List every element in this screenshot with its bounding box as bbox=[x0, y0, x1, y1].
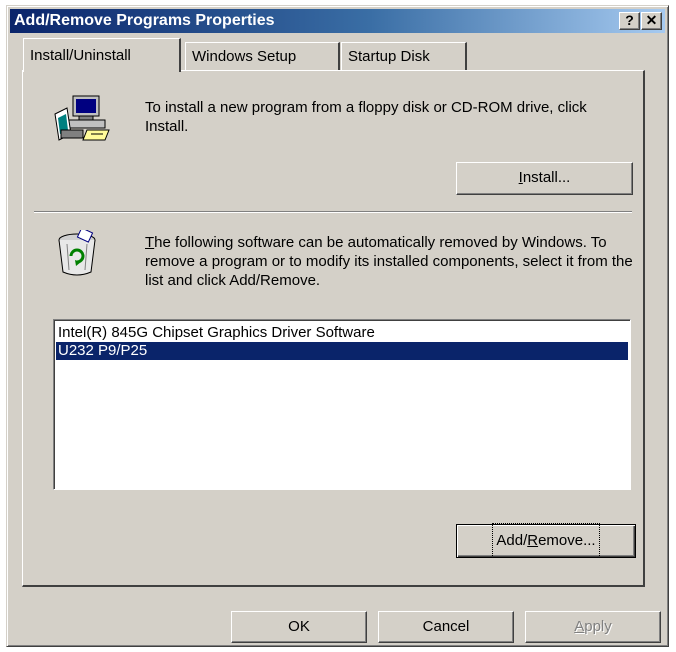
tab-startup-disk[interactable]: Startup Disk bbox=[341, 42, 467, 70]
list-item[interactable]: U232 P9/P25 bbox=[56, 342, 628, 360]
cancel-button-label: Cancel bbox=[422, 618, 470, 635]
list-item[interactable]: Intel(R) 845G Chipset Graphics Driver So… bbox=[56, 324, 628, 342]
ok-button[interactable]: OK bbox=[231, 611, 367, 643]
add-remove-button-label: Add/Remove... bbox=[492, 523, 600, 558]
tab-install-uninstall[interactable]: Install/Uninstall bbox=[23, 38, 181, 72]
close-button[interactable]: ✕ bbox=[641, 12, 662, 30]
cancel-button[interactable]: Cancel bbox=[378, 611, 514, 643]
title-bar[interactable]: Add/Remove Programs Properties ? ✕ bbox=[10, 9, 665, 33]
tab-label: Startup Disk bbox=[348, 48, 430, 65]
tab-label: Install/Uninstall bbox=[30, 47, 131, 64]
install-button[interactable]: Install... bbox=[456, 162, 633, 195]
install-button-label: Install... bbox=[518, 169, 571, 186]
uninstall-description: The following software can be automatica… bbox=[145, 234, 633, 289]
window-title: Add/Remove Programs Properties bbox=[14, 12, 275, 29]
install-description: To install a new program from a floppy d… bbox=[145, 99, 587, 135]
add-remove-button[interactable]: Add/Remove... bbox=[456, 523, 636, 558]
floppy-computer-icon bbox=[53, 94, 117, 146]
ok-button-label: OK bbox=[288, 618, 310, 635]
apply-button[interactable]: Apply bbox=[525, 611, 661, 643]
installed-programs-list[interactable]: Intel(R) 845G Chipset Graphics Driver So… bbox=[53, 319, 631, 490]
section-divider bbox=[34, 211, 632, 213]
recycle-bin-icon bbox=[53, 227, 101, 282]
apply-button-label: Apply bbox=[574, 618, 612, 635]
help-icon: ? bbox=[625, 12, 634, 28]
tab-windows-setup[interactable]: Windows Setup bbox=[185, 42, 340, 70]
close-icon: ✕ bbox=[645, 12, 658, 28]
help-button[interactable]: ? bbox=[619, 12, 640, 30]
tab-label: Windows Setup bbox=[192, 48, 297, 65]
